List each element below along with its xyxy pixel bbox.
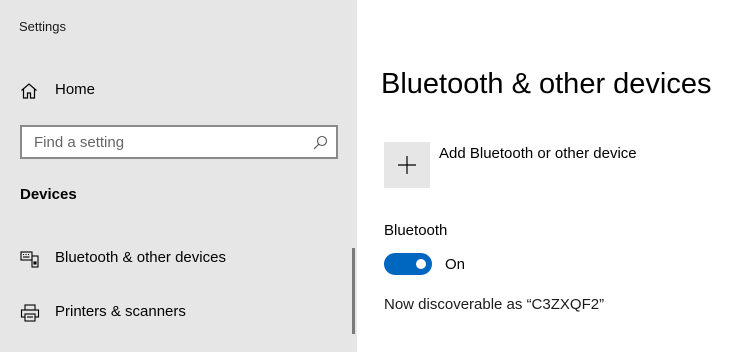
bluetooth-toggle-state: On <box>445 256 466 273</box>
home-label: Home <box>55 81 96 98</box>
sidebar: Settings Home Devices <box>0 0 357 352</box>
settings-window: Settings Home Devices <box>0 0 738 352</box>
sidebar-item-home[interactable]: Home <box>0 73 357 109</box>
discoverable-status: Now discoverable as “C3ZXQF2” <box>384 296 605 313</box>
printer-icon <box>20 304 40 322</box>
plus-icon <box>398 156 416 174</box>
sidebar-item-printers[interactable]: Printers & scanners <box>0 295 350 331</box>
toggle-knob <box>416 259 426 269</box>
sidebar-item-label: Bluetooth & other devices <box>55 249 226 266</box>
search-icon[interactable] <box>313 135 328 150</box>
search-input[interactable] <box>22 127 302 157</box>
bluetooth-devices-icon <box>20 250 40 268</box>
sidebar-scrollbar[interactable] <box>352 248 355 334</box>
sidebar-item-bluetooth[interactable]: Bluetooth & other devices <box>0 241 350 277</box>
app-title: Settings <box>19 19 66 34</box>
add-device-button[interactable]: Add Bluetooth or other device <box>384 142 734 188</box>
add-device-tile[interactable] <box>384 142 430 188</box>
home-icon <box>20 82 38 100</box>
main-content: Bluetooth & other devices Add Bluetooth … <box>357 0 738 352</box>
search-box[interactable] <box>20 125 338 159</box>
add-device-label: Add Bluetooth or other device <box>439 145 637 162</box>
section-heading-devices: Devices <box>20 186 77 203</box>
bluetooth-toggle[interactable] <box>384 253 432 275</box>
sidebar-item-label: Printers & scanners <box>55 303 186 320</box>
bluetooth-label: Bluetooth <box>384 222 448 239</box>
page-title: Bluetooth & other devices <box>381 68 712 100</box>
